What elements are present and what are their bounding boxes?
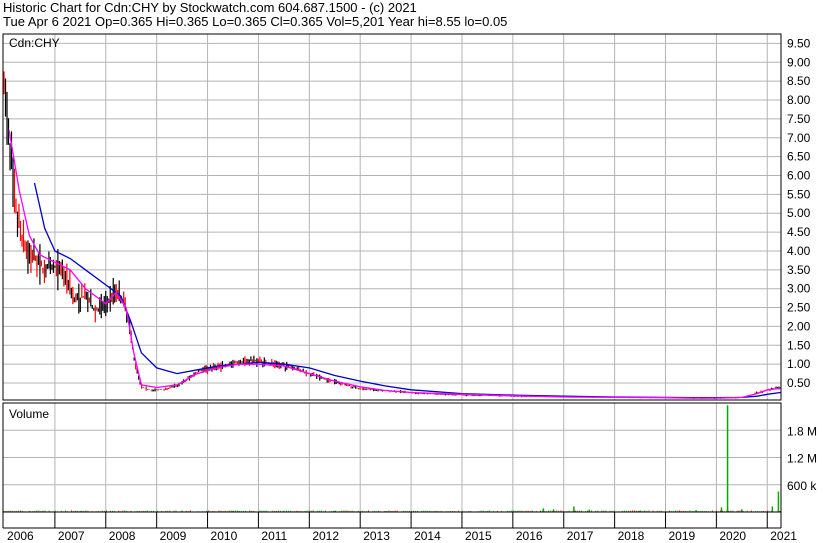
price-tick-label: 7.00	[787, 131, 811, 145]
price-tick-label: 3.50	[787, 263, 811, 277]
year-label: 2015	[465, 529, 492, 543]
price-tick-label: 9.50	[787, 36, 811, 50]
stock-chart: 9.50 9.00 8.50 8.00 7.50 7.00 6.50 6.00 5.50 5.00…	[2, 33, 817, 543]
price-tick-label: 1.00	[787, 357, 811, 371]
year-label: 2014	[414, 529, 441, 543]
price-tick-label: 2.00	[787, 319, 811, 333]
volume-panel-title: Volume	[9, 407, 49, 421]
moving-average-long-line	[33, 182, 781, 399]
volume-grid	[3, 403, 781, 512]
price-tick-label: 5.50	[787, 187, 811, 201]
moving-average-short-line	[8, 130, 781, 399]
year-label: 2011	[261, 529, 287, 543]
price-tick-label: 9.00	[787, 55, 811, 69]
year-label: 2013	[363, 529, 390, 543]
price-tick-label: 4.00	[787, 244, 811, 258]
price-tick-label: 3.00	[787, 282, 811, 296]
price-tick-label: 5.00	[787, 206, 811, 220]
volume-tick-label: 1.2 M	[787, 452, 817, 466]
price-tick-label: 8.50	[787, 74, 811, 88]
price-tick-label: 4.50	[787, 225, 811, 239]
year-label: 2020	[719, 529, 746, 543]
price-tick-label: 2.50	[787, 301, 811, 315]
year-label: 2009	[160, 529, 187, 543]
price-marks	[3, 71, 782, 399]
year-label: 2021	[770, 529, 797, 543]
volume-marks	[3, 405, 781, 512]
year-label: 2007	[58, 529, 85, 543]
volume-tick-label: 600 k	[787, 479, 817, 493]
price-tick-label: 1.50	[787, 338, 811, 352]
year-label: 2008	[109, 529, 136, 543]
price-tick-label: 7.50	[787, 112, 811, 126]
price-tick-label: 0.50	[787, 376, 811, 390]
price-tick-label: 6.00	[787, 168, 811, 182]
year-label: 2017	[567, 529, 594, 543]
year-label: 2012	[312, 529, 339, 543]
year-label: 2006	[7, 529, 34, 543]
year-label: 2010	[211, 529, 238, 543]
price-panel-title: Cdn:CHY	[9, 36, 60, 50]
price-tick-label: 6.50	[787, 150, 811, 164]
volume-tick-label: 1.8 M	[787, 424, 817, 438]
year-label: 2018	[618, 529, 645, 543]
year-label: 2019	[668, 529, 695, 543]
price-grid	[3, 34, 781, 400]
price-tick-label: 8.00	[787, 93, 811, 107]
chart-labels: 9.50 9.00 8.50 8.00 7.50 7.00 6.50 6.00 5.50 5.00…	[7, 36, 817, 543]
year-label: 2016	[516, 529, 543, 543]
